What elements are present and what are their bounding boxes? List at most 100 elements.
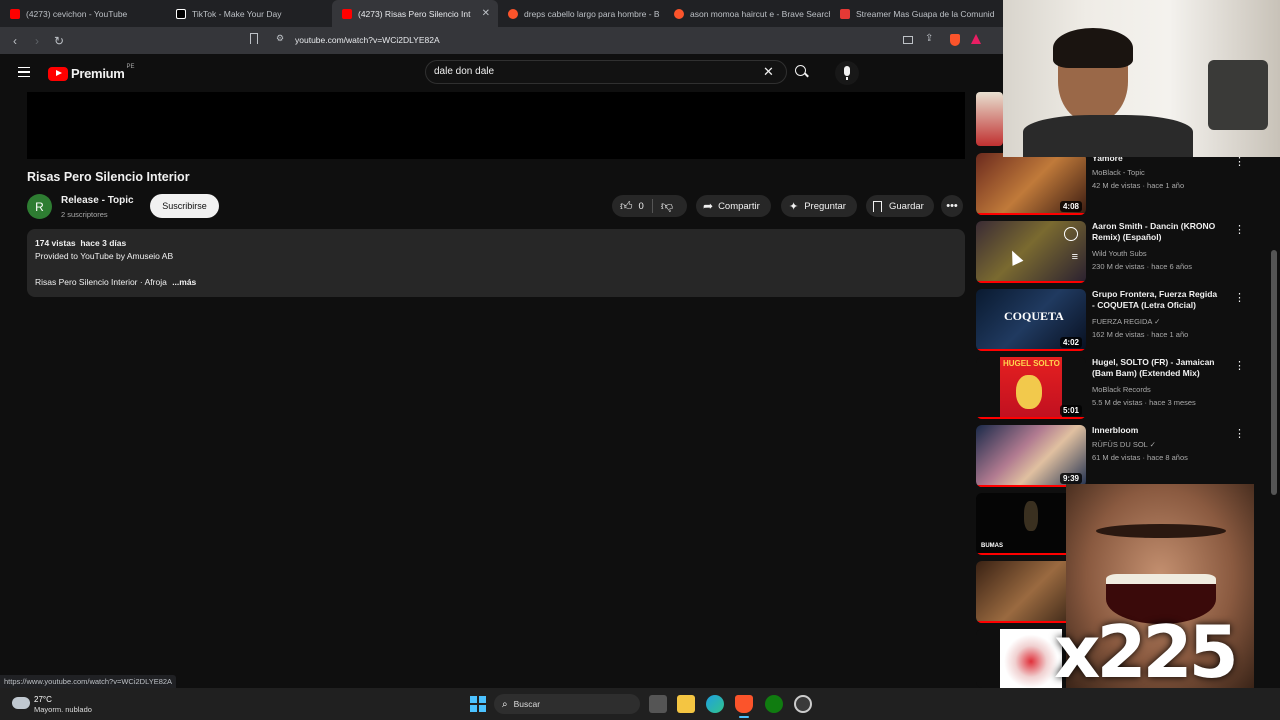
taskbar-search[interactable]: ⌕ Buscar: [494, 694, 640, 714]
channel-name[interactable]: MoBlack - Topic: [1092, 168, 1145, 177]
settings-icon[interactable]: [794, 695, 812, 713]
more-vert-icon[interactable]: ⋮: [1234, 427, 1245, 440]
channel-name[interactable]: Release - Topic: [61, 195, 134, 206]
view-stats: 230 M de vistas · hace 6 años: [1092, 262, 1193, 271]
like-dislike-group: 👍︎ 0 👎︎: [612, 195, 687, 217]
video-thumbnail[interactable]: 4:08: [976, 153, 1086, 215]
clear-search-icon[interactable]: ✕: [763, 64, 774, 80]
ask-button[interactable]: ✦ Preguntar: [781, 195, 857, 217]
video-title[interactable]: Aaron Smith - Dancin (KRONO Remix) (Espa…: [1092, 221, 1222, 243]
video-player[interactable]: [27, 92, 965, 159]
channel-avatar[interactable]: R: [27, 194, 52, 219]
active-app-indicator: [739, 716, 749, 718]
view-stats: 5.5 M de vistas · hace 3 meses: [1092, 398, 1196, 407]
browser-tab[interactable]: ason momoa haircut e - Brave Search: [664, 0, 830, 27]
verified-icon: ✓: [1149, 440, 1156, 449]
youtube-play-icon: [48, 66, 68, 81]
microphone-icon: [844, 66, 850, 76]
duration-badge: 4:08: [1059, 201, 1082, 212]
browser-tab[interactable]: Streamer Mas Guapa de la Comunid: [830, 0, 996, 27]
more-vert-icon[interactable]: ⋮: [1234, 359, 1245, 372]
video-title[interactable]: Innerbloom: [1092, 425, 1222, 436]
channel-name[interactable]: Wild Youth Subs: [1092, 249, 1147, 258]
combo-counter: x225: [1054, 610, 1239, 694]
tiktok-favicon-icon: [176, 8, 186, 19]
description-line: Risas Pero Silencio Interior · Afroja: [35, 277, 167, 287]
bookmark-save-icon: [873, 200, 882, 212]
browser-tab[interactable]: (4273) cevichon - YouTube: [0, 0, 166, 27]
watched-progress: [976, 349, 1086, 351]
search-box[interactable]: ✕: [425, 60, 787, 84]
search-input[interactable]: [434, 66, 754, 77]
search-icon[interactable]: [795, 65, 809, 78]
brave-icon[interactable]: [735, 695, 753, 713]
thumbs-down-icon[interactable]: 👎︎: [661, 199, 673, 214]
youtube-logo[interactable]: Premium PE: [48, 64, 135, 81]
more-vert-icon[interactable]: ⋮: [1234, 223, 1245, 236]
description-box[interactable]: 174 vistas hace 3 días Provided to YouTu…: [27, 229, 965, 297]
url-text[interactable]: youtube.com/watch?v=WCi2DLYE82A: [295, 35, 440, 45]
duration-badge: 5:01: [1059, 405, 1082, 416]
task-view-icon[interactable]: [649, 695, 667, 713]
weather-icon[interactable]: [12, 697, 30, 709]
bookmark-icon[interactable]: [250, 33, 258, 44]
video-thumbnail[interactable]: COQUETA 4:02: [976, 289, 1086, 351]
sidebar-scrollbar[interactable]: [1271, 250, 1277, 495]
view-stats: 61 M de vistas · hace 8 años: [1092, 453, 1188, 462]
video-title[interactable]: Grupo Frontera, Fuerza Regida - COQUETA …: [1092, 289, 1222, 311]
screen-icon[interactable]: [903, 36, 913, 44]
meme-face-eyes: [1096, 524, 1226, 538]
taskbar-search-label: Buscar: [513, 699, 541, 709]
forward-icon[interactable]: ›: [26, 34, 48, 48]
sparkle-icon: ✦: [789, 200, 799, 213]
weather-temp[interactable]: 27°C: [34, 695, 52, 704]
file-explorer-icon[interactable]: [677, 695, 695, 713]
browser-tab[interactable]: TikTok - Make Your Day: [166, 0, 332, 27]
like-button[interactable]: 👍︎ 0: [612, 199, 644, 214]
voice-search-button[interactable]: [835, 61, 859, 85]
brave-shields-icon[interactable]: [950, 34, 960, 46]
channel-name[interactable]: MoBlack Records: [1092, 385, 1151, 394]
back-icon[interactable]: ‹: [4, 34, 26, 48]
channel-name[interactable]: RÜFÜS DU SOL ✓: [1092, 440, 1156, 449]
avatar-initial: R: [35, 199, 44, 214]
video-title: Risas Pero Silencio Interior: [27, 170, 190, 184]
save-button[interactable]: Guardar: [866, 195, 934, 217]
windows-start-icon[interactable]: [470, 696, 486, 712]
subscribe-button[interactable]: Suscribirse: [150, 194, 219, 218]
brave-rewards-icon[interactable]: [971, 34, 981, 44]
more-vert-icon[interactable]: ⋮: [1234, 291, 1245, 304]
list-item[interactable]: COQUETA 4:02 Grupo Frontera, Fuerza Regi…: [976, 289, 1246, 351]
share-arrow-icon: ➦: [703, 199, 714, 213]
site-settings-icon[interactable]: ⚙: [276, 33, 284, 44]
verified-icon: ✓: [1154, 317, 1161, 326]
list-item[interactable]: 9:39 Innerbloom RÜFÜS DU SOL ✓ 61 M de v…: [976, 425, 1246, 487]
browser-tab-active[interactable]: (4273) Risas Pero Silencio Int ✕: [332, 0, 498, 27]
video-thumbnail[interactable]: ≡: [976, 221, 1086, 283]
subscriber-count: 2 suscriptores: [61, 210, 108, 219]
video-thumbnail[interactable]: HUGEL SOLTO 5:01: [976, 357, 1086, 419]
browser-tab[interactable]: dreps cabello largo para hombre - B: [498, 0, 664, 27]
more-link[interactable]: ...más: [172, 277, 196, 287]
watch-later-icon[interactable]: [1064, 227, 1078, 241]
xbox-icon[interactable]: [765, 695, 783, 713]
list-item[interactable]: 4:08 Yamore MoBlack - Topic 42 M de vist…: [976, 153, 1246, 215]
add-to-queue-icon[interactable]: ≡: [1072, 251, 1078, 263]
share-button[interactable]: ➦ Compartir: [696, 195, 771, 217]
menu-icon[interactable]: [18, 67, 30, 77]
list-item[interactable]: HUGEL SOLTO 5:01 Hugel, SOLTO (FR) - Jam…: [976, 357, 1246, 419]
channel-name[interactable]: FUERZA REGIDA ✓: [1092, 317, 1160, 326]
share-icon[interactable]: ⇪: [925, 33, 933, 44]
provided-line: Provided to YouTube by Amuseio AB: [35, 251, 174, 261]
weather-desc[interactable]: Mayorm. nublado: [34, 705, 92, 714]
brave-favicon-icon: [674, 8, 684, 19]
edge-icon[interactable]: [706, 695, 724, 713]
save-label: Guardar: [889, 200, 924, 212]
reload-icon[interactable]: ↻: [48, 34, 70, 48]
close-tab-icon[interactable]: ✕: [482, 8, 490, 19]
more-actions-button[interactable]: •••: [941, 195, 963, 217]
video-title[interactable]: Hugel, SOLTO (FR) - Jamaican (Bam Bam) (…: [1092, 357, 1222, 379]
top-ad-thumb[interactable]: [976, 92, 1003, 146]
duration-badge: 9:39: [1059, 473, 1082, 484]
video-thumbnail[interactable]: 9:39: [976, 425, 1086, 487]
